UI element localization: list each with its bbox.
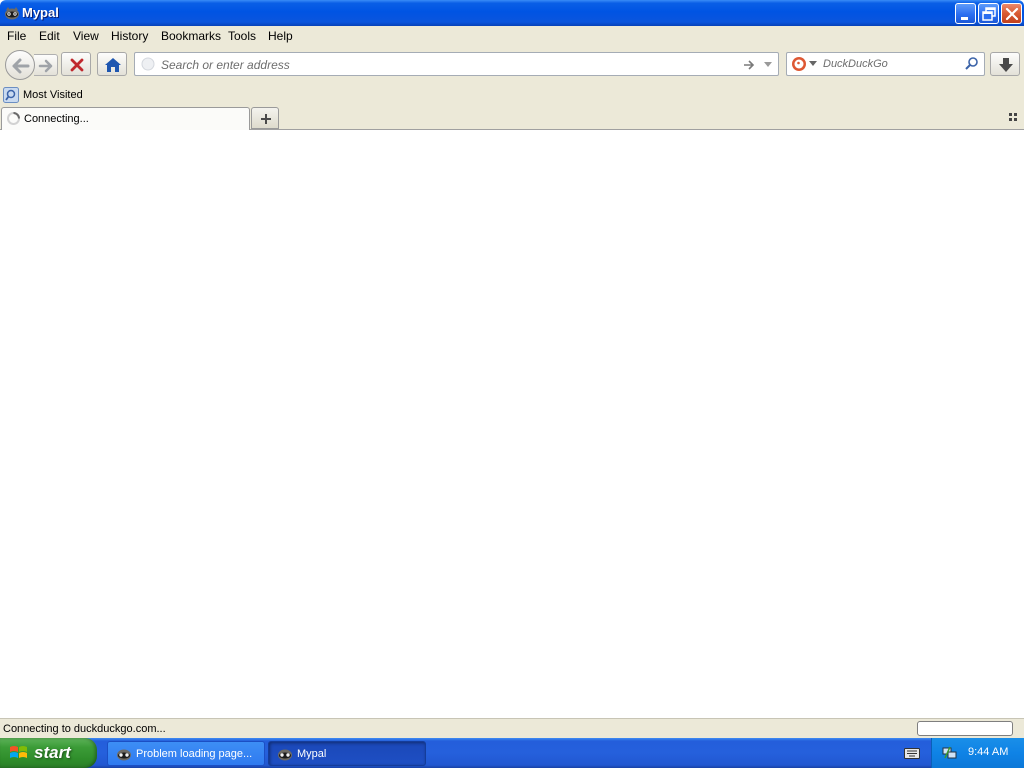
status-bar: Connecting to duckduckgo.com... (0, 718, 1024, 738)
url-input[interactable]: Search or enter address (161, 58, 290, 72)
start-button[interactable]: start (0, 738, 97, 768)
tab-connecting[interactable]: Connecting... (1, 107, 250, 130)
bookmarks-toolbar (0, 85, 1024, 105)
menu-history[interactable]: History (111, 29, 148, 43)
minimize-button[interactable] (955, 3, 976, 24)
search-bar[interactable]: DuckDuckGo (786, 52, 985, 76)
engine-dropdown-icon[interactable] (809, 61, 817, 67)
raccoon-mask-icon (117, 749, 131, 761)
window-title: Mypal (22, 5, 59, 20)
dropdown-triangle-icon[interactable] (763, 60, 773, 70)
windows-logo-icon (10, 746, 27, 758)
home-icon (105, 58, 121, 72)
back-button[interactable] (5, 50, 35, 80)
taskbar-button-label: Problem loading page... (136, 748, 253, 760)
close-button[interactable] (1001, 3, 1022, 24)
plus-icon (261, 114, 271, 124)
clock: 9:44 AM (968, 746, 1009, 758)
status-text: Connecting to duckduckgo.com... (3, 723, 166, 735)
url-bar[interactable]: Search or enter address (134, 52, 779, 76)
page-content[interactable] (0, 130, 1024, 718)
forward-arrow-icon (38, 59, 53, 73)
download-button[interactable] (990, 52, 1020, 76)
restore-icon (982, 7, 996, 21)
keyboard-icon[interactable] (904, 746, 920, 760)
stop-x-icon (70, 58, 84, 72)
search-input[interactable]: DuckDuckGo (823, 58, 888, 70)
magnifier-icon[interactable] (964, 56, 980, 72)
stop-button[interactable] (61, 52, 91, 76)
menu-edit[interactable]: Edit (39, 29, 60, 43)
menu-tools[interactable]: Tools (228, 29, 256, 43)
restore-button[interactable] (978, 3, 999, 24)
menubar: File Edit View History Bookmarks Tools H… (0, 26, 1024, 46)
bookmark-most-visited[interactable]: Most Visited (23, 89, 83, 101)
loading-spinner-icon (7, 112, 20, 125)
forward-button[interactable] (34, 54, 58, 76)
menu-view[interactable]: View (73, 29, 99, 43)
menu-bookmarks[interactable]: Bookmarks (161, 29, 221, 43)
taskbar-button-problem-loading[interactable]: Problem loading page... (107, 741, 265, 766)
status-progress-panel (917, 721, 1013, 736)
menu-help[interactable]: Help (268, 29, 293, 43)
window-titlebar[interactable]: Mypal (0, 0, 1024, 26)
site-identity-icon (141, 57, 155, 71)
app-icon (5, 7, 19, 20)
new-tab-button[interactable] (251, 107, 279, 129)
tab-label: Connecting... (24, 113, 89, 125)
home-button[interactable] (97, 52, 127, 76)
system-tray: 9:44 AM (931, 738, 1024, 768)
start-label: start (34, 743, 71, 762)
minimize-icon (961, 17, 968, 20)
taskbar-button-mypal[interactable]: Mypal (268, 741, 426, 766)
menu-file[interactable]: File (7, 29, 26, 43)
grid-icon[interactable] (1009, 113, 1019, 123)
back-arrow-icon (12, 58, 30, 74)
most-visited-icon[interactable] (3, 87, 19, 105)
network-icon[interactable] (942, 745, 958, 761)
duckduckgo-icon[interactable] (791, 56, 807, 72)
close-icon (1005, 7, 1019, 21)
raccoon-mask-icon (278, 749, 292, 761)
download-arrow-icon (999, 58, 1013, 72)
go-arrow-icon[interactable] (742, 58, 756, 72)
taskbar-button-label: Mypal (297, 748, 327, 760)
